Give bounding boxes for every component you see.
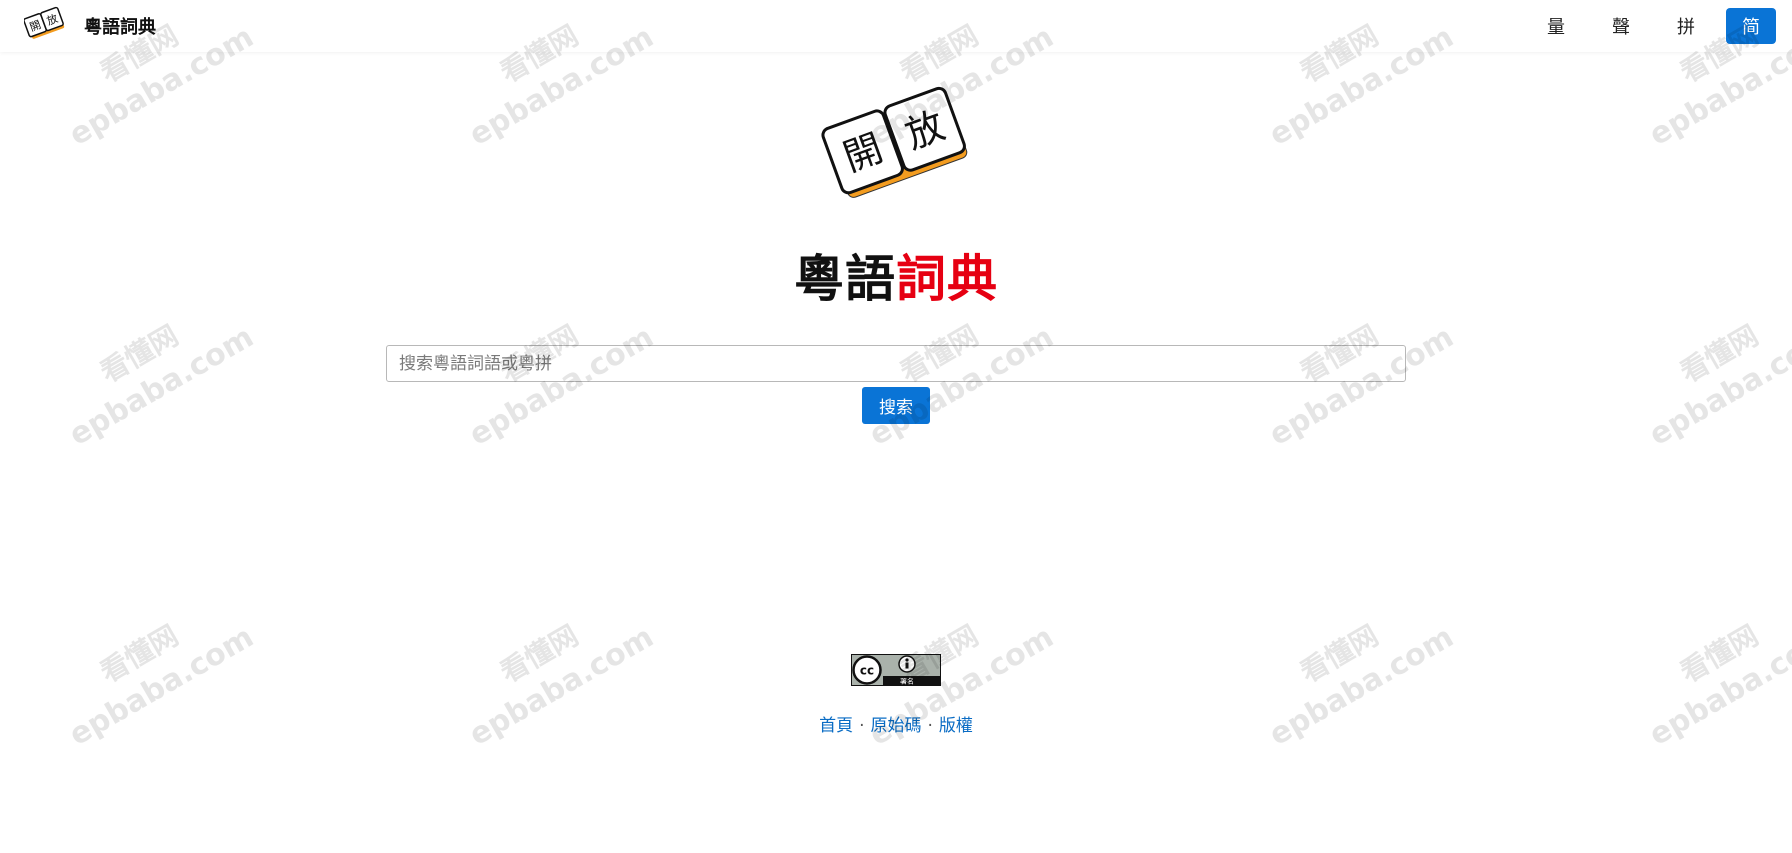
nav-button-romanization[interactable]: 拼 [1661, 8, 1711, 44]
nav-button-simplified[interactable]: 简 [1726, 8, 1776, 44]
open-book-logo-icon: 開 放 [24, 6, 65, 39]
watermark: 看懂网epbaba.com [1643, 618, 1792, 753]
footer-separator: · [927, 716, 933, 736]
page-title: 粵語詞典 [0, 246, 1792, 312]
watermark: 看懂网epbaba.com [1263, 319, 1460, 453]
brand-home-link[interactable]: 開 放 粵語詞典 [24, 6, 156, 46]
footer-links: 首頁 · 原始碼 · 版權 [0, 711, 1792, 736]
footer-link-home[interactable]: 首頁 [819, 716, 853, 736]
svg-text:cc: cc [860, 664, 874, 678]
watermark: 看懂网epbaba.com [63, 318, 260, 453]
nav-button-sound[interactable]: 聲 [1596, 8, 1646, 44]
watermark: 看懂网epbaba.com [1263, 618, 1460, 753]
open-book-logo-icon: 開 放 [821, 86, 968, 198]
footer-link-source-code[interactable]: 原始碼 [871, 716, 922, 736]
watermark: 看懂网epbaba.com [63, 618, 260, 753]
watermark: 看懂网epbaba.com [463, 319, 660, 453]
nav-button-jyutping-tone[interactable]: 量 [1531, 8, 1581, 44]
license-badge[interactable]: cc 署名 [851, 654, 941, 686]
watermark: 看懂网epbaba.com [1643, 318, 1792, 453]
page-title-part-2: 詞典 [896, 250, 998, 308]
page-title-part-1: 粵語 [794, 250, 896, 308]
cc-by-icon: cc 署名 [851, 654, 941, 686]
license-badge-label: 署名 [900, 677, 914, 686]
footer-separator: · [859, 716, 865, 736]
watermark: 看懂网epbaba.com [863, 619, 1060, 753]
hero-logo: 開 放 [814, 76, 978, 212]
nav-button-group: 量 聲 拼 简 [1516, 8, 1776, 44]
footer-link-copyright[interactable]: 版權 [939, 716, 973, 736]
search-input[interactable] [386, 345, 1406, 382]
top-navbar: 開 放 粵語詞典 量 聲 拼 简 [0, 0, 1792, 52]
watermark: 看懂网epbaba.com [463, 618, 660, 753]
search-button[interactable]: 搜索 [862, 387, 930, 424]
brand-title: 粵語詞典 [84, 17, 156, 38]
